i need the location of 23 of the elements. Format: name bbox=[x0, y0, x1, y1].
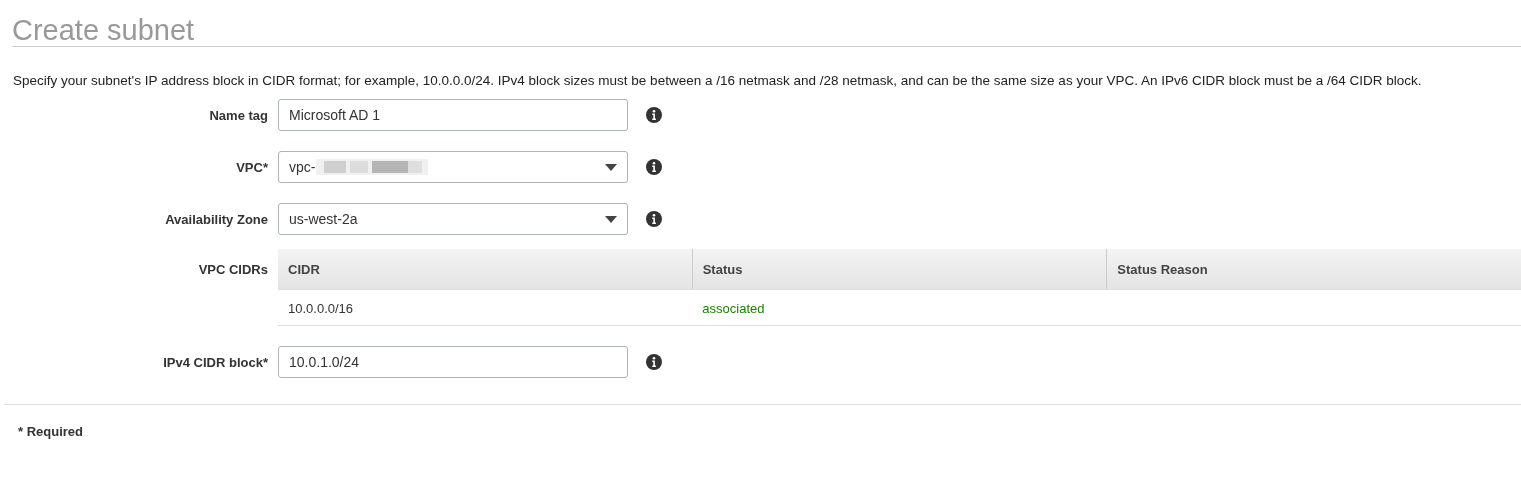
field-label: VPC CIDRs bbox=[198, 262, 268, 278]
select-field[interactable]: vpc- bbox=[278, 151, 628, 184]
required-note: * Required bbox=[18, 424, 83, 440]
field-label: VPC* bbox=[236, 160, 268, 176]
info-icon[interactable] bbox=[646, 211, 662, 228]
field-label: Name tag bbox=[209, 108, 268, 124]
table-cell: 10.0.0.0/16 bbox=[288, 300, 354, 316]
column-header: Status Reason bbox=[1117, 260, 1208, 279]
info-icon[interactable] bbox=[646, 107, 662, 124]
field-label: IPv4 CIDR block* bbox=[163, 355, 268, 371]
input-field[interactable]: 10.0.1.0/24 bbox=[278, 346, 628, 379]
column-header: Status bbox=[702, 260, 743, 279]
table-cell: associated bbox=[702, 300, 765, 316]
info-icon[interactable] bbox=[646, 159, 662, 176]
info-icon[interactable] bbox=[646, 354, 662, 371]
input-field[interactable]: Microsoft AD 1 bbox=[278, 99, 628, 132]
caret-icon bbox=[605, 163, 617, 171]
description-text: Specify your subnet's IP address block in CIDR format; for example, 10.0.0.0/24. IPv4 block sizes must be between a /16 netmask and /28 netmask, and can be the same size as your VPC. An IPv6 CIDR block must be a /64 CIDR block. bbox=[12, 72, 1423, 90]
page-title: Create subnet bbox=[12, 14, 196, 46]
field-label: Availability Zone bbox=[165, 212, 268, 228]
caret-icon bbox=[605, 215, 617, 223]
select-field[interactable]: us-west-2a bbox=[278, 203, 628, 236]
column-header: CIDR bbox=[288, 260, 320, 279]
